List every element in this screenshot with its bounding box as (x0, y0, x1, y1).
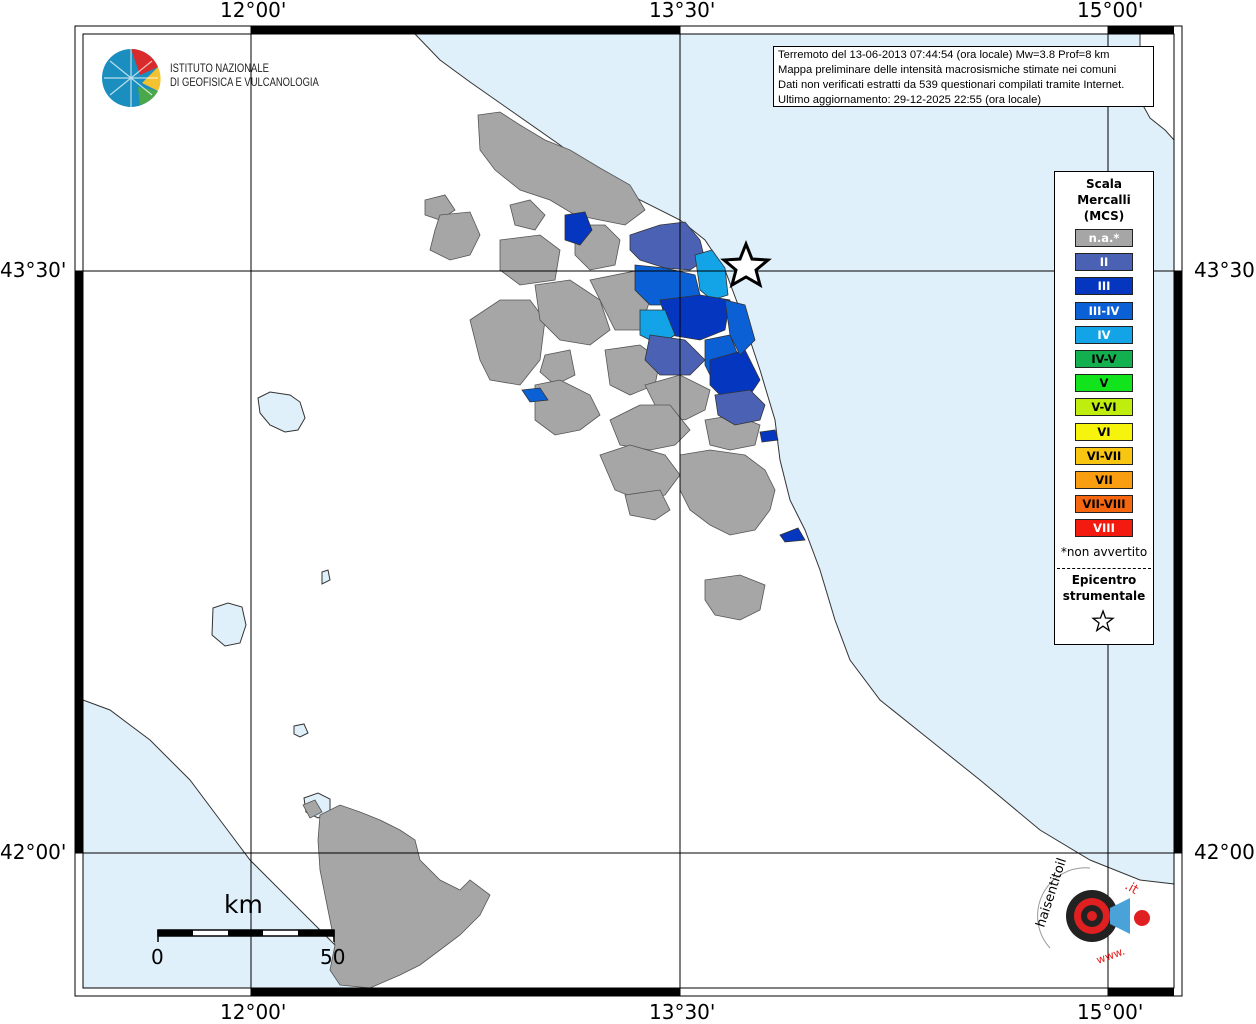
lon-label-top-1: 12°00' (220, 0, 287, 22)
lat-label-left-2: 42°00' (0, 840, 67, 864)
svg-text:.it: .it (1122, 878, 1141, 897)
legend-na-note: *non avvertito (1060, 545, 1148, 559)
legend-title: Scala Mercalli (MCS) (1077, 177, 1131, 223)
event-info-line3: Dati non verificati estratti da 539 ques… (778, 79, 1125, 91)
lat-label-right-2: 42°00' (1194, 840, 1256, 864)
lon-label-top-2: 13°30' (649, 0, 716, 22)
legend-swatch: V-VI (1075, 398, 1133, 417)
haisentitoilterremoto-logo-icon: haisentitoilterremoto .it www. (1034, 858, 1150, 967)
legend-separator (1057, 568, 1151, 569)
legend-swatch: VI (1075, 422, 1133, 441)
legend-swatch: II (1075, 253, 1133, 272)
event-info-line4: Ultimo aggiornamento: 29-12-2025 22:55 (… (778, 94, 1042, 106)
lon-label-bottom-2: 13°30' (649, 1000, 716, 1024)
legend-swatch: VII (1075, 471, 1133, 489)
scale-start: 0 (151, 945, 164, 969)
svg-text:www.: www. (1095, 945, 1127, 967)
legend-star-icon (1091, 609, 1115, 633)
mcs-legend: Scala Mercalli (MCS) n.a.* II III III-IV IV I… (1054, 171, 1154, 645)
lat-label-left-1: 43°30' (0, 258, 67, 282)
legend-swatch: n.a.* (1075, 229, 1133, 247)
legend-swatch: VI-VII (1075, 446, 1133, 465)
legend-epicentre-label: Epicentro strumentale (1062, 573, 1146, 603)
scale-end: 50 (320, 945, 346, 969)
event-info-box: Terremoto del 13-06-2013 07:44:54 (ora l… (773, 46, 1154, 107)
lon-label-bottom-3: 15°00' (1077, 1000, 1144, 1024)
legend-swatch: IV-V (1075, 350, 1133, 368)
legend-swatch: III-IV (1075, 301, 1133, 320)
legend-swatch: IV (1075, 325, 1133, 344)
event-info-line1: Terremoto del 13-06-2013 07:44:54 (ora l… (778, 49, 1110, 61)
legend-swatch: VII-VIII (1075, 495, 1133, 514)
lon-label-bottom-1: 12°00' (220, 1000, 287, 1024)
ingv-name: ISTITUTO NAZIONALE DI GEOFISICA E VULCAN… (170, 63, 319, 89)
event-info-line2: Mappa preliminare delle intensità macros… (778, 64, 1117, 76)
lat-label-right-1: 43°30' (1194, 258, 1256, 282)
lon-label-top-3: 15°00' (1077, 0, 1144, 22)
legend-swatch: III (1075, 277, 1133, 296)
legend-swatch: VIII (1075, 519, 1133, 538)
legend-swatch: V (1075, 374, 1133, 393)
lake-bolsena (211, 602, 247, 647)
